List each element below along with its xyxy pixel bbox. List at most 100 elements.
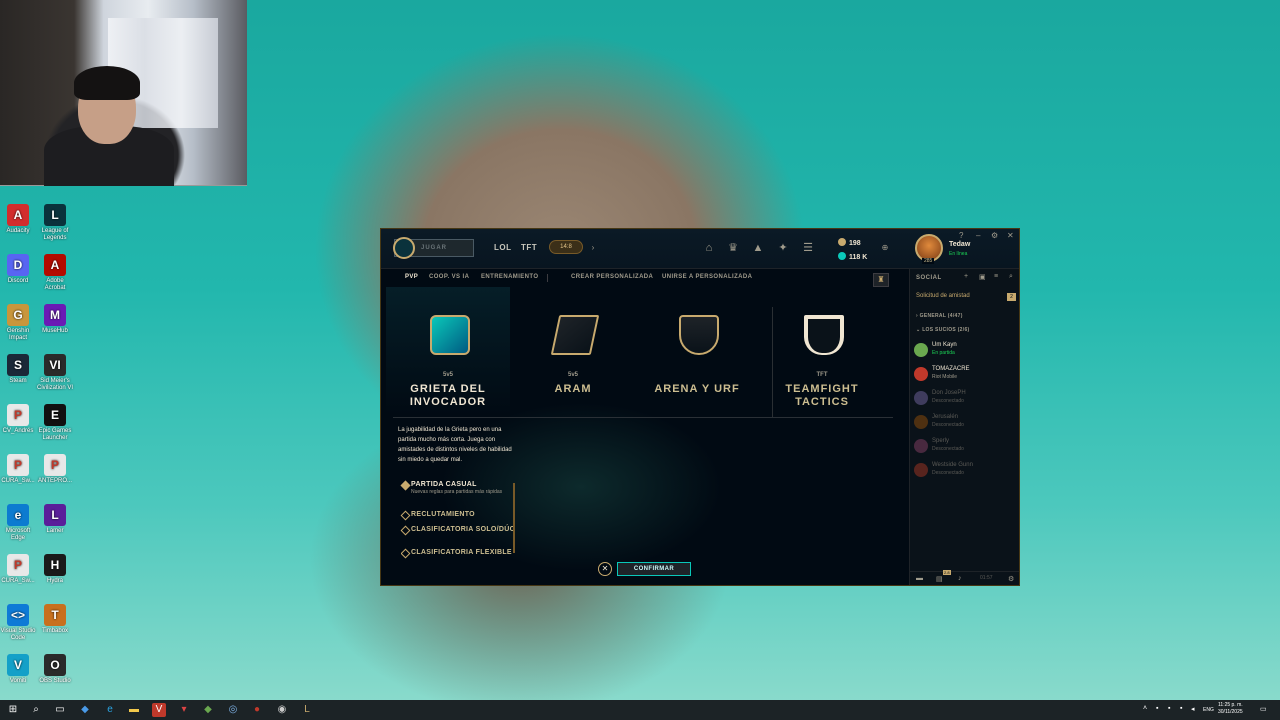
profile-status[interactable]: En línea [949, 251, 967, 257]
tray-chevron-icon[interactable]: ˄ [1143, 705, 1147, 712]
desktop-icon[interactable]: A Audacity [0, 204, 36, 235]
desktop-icon[interactable]: VI Sid Meier's Civilization VI [37, 354, 73, 392]
folder-icon[interactable]: ▣ [979, 273, 986, 281]
desktop-icon[interactable]: L Lamer [37, 504, 73, 535]
store-icon[interactable]: ☰ [801, 241, 815, 255]
loot-icon[interactable]: ✦ [776, 241, 790, 255]
notifications-icon[interactable]: ▭ [1260, 705, 1267, 713]
add-friend-icon[interactable]: + [964, 273, 968, 280]
desktop-icon[interactable]: O OBS Studio [37, 654, 73, 685]
be-balance[interactable]: 118 K [838, 252, 867, 261]
vivaldi-icon[interactable]: V [152, 703, 166, 717]
options-scrollbar[interactable] [513, 483, 515, 553]
desktop-icon-label: Microsoft Edge [5, 528, 31, 541]
desktop-icon-label: CURA_Sw... [1, 478, 35, 484]
mic-icon[interactable]: ♪ [958, 575, 962, 582]
tab-join-custom[interactable]: UNIRSE A PERSONALIZADA [662, 274, 752, 280]
desktop-icon[interactable]: M MuseHub [37, 304, 73, 335]
desktop-icon[interactable]: V Vomiti [0, 654, 36, 685]
gear-icon[interactable]: ⚙ [1008, 575, 1014, 583]
home-icon[interactable]: ⌂ [702, 241, 716, 255]
queue-card-sr[interactable]: 5v5 GRIETA DEL INVOCADOR [386, 287, 510, 415]
close-icon[interactable]: ✕ [1007, 231, 1014, 240]
add-currency-icon[interactable]: ⊕ [878, 241, 892, 255]
friend-status: En partida [932, 350, 955, 356]
collection-icon[interactable]: ▲ [751, 241, 765, 255]
chat-icon[interactable]: ▬ [916, 575, 923, 582]
friend-entry[interactable]: Jerusalén Desconectado [914, 413, 1018, 433]
desktop-icon[interactable]: E Epic Games Launcher [37, 404, 73, 442]
rp-balance[interactable]: 198 [838, 238, 861, 247]
option-recruitment[interactable]: RECLUTAMIENTO [401, 510, 521, 519]
tab-training[interactable]: ENTRENAMIENTO [481, 274, 538, 280]
desktop-icon[interactable]: S Steam [0, 354, 36, 385]
desktop-icon[interactable]: P CV_Andrés [0, 404, 36, 435]
queue-card-tft[interactable]: TFT TEAMFIGHT TACTICS [760, 287, 884, 415]
friend-status: Desconectado [932, 398, 964, 404]
language-indicator[interactable]: ENG [1203, 707, 1214, 713]
widgets-icon[interactable]: ◆ [78, 703, 92, 717]
queue-card-arena[interactable]: ARENA Y URF [635, 287, 759, 415]
league-logo-icon[interactable] [393, 237, 415, 259]
desktop-icon[interactable]: <> Visual Studio Code [0, 604, 36, 642]
desktop-icon[interactable]: G Genshin Impact [0, 304, 36, 342]
league-icon[interactable]: L [300, 703, 314, 717]
desktop-icon[interactable]: P CURA_Sw... [0, 454, 36, 485]
usb-icon[interactable]: ▪ [1168, 705, 1170, 712]
edge-icon[interactable]: e [103, 703, 117, 717]
search-icon[interactable]: ⌕ [1009, 273, 1013, 281]
friend-entry[interactable]: Um Kayn En partida [914, 341, 1018, 361]
desktop-icon-label: Steam [9, 378, 27, 384]
nav-lol[interactable]: LOL [494, 243, 512, 252]
clock[interactable]: 11:25 p. m. 30/11/2025 [1218, 702, 1243, 716]
desktop-icon[interactable]: e Microsoft Edge [0, 504, 36, 542]
desktop-icon[interactable]: T Timbabox [37, 604, 73, 635]
tab-coop[interactable]: COOP. VS IA [429, 274, 469, 280]
group-sucios[interactable]: ⌄ LOS SUCIOS (2/6) [916, 327, 970, 333]
group-general[interactable]: › GENERAL (4/47) [916, 313, 963, 319]
queue-title: ARAM [554, 383, 592, 395]
task-view-icon[interactable]: ▭ [53, 703, 67, 717]
chrome-icon[interactable]: ◉ [275, 703, 289, 717]
option-ranked-flex[interactable]: CLASIFICATORIA FLEXIBLE [401, 548, 521, 560]
help-icon[interactable]: ? [959, 231, 963, 240]
network-icon[interactable]: ▪ [1180, 705, 1182, 712]
nav-tft[interactable]: TFT [521, 243, 537, 252]
confirm-button[interactable]: CONFIRMAR [617, 562, 691, 576]
messages-icon[interactable]: ▤ [936, 575, 943, 583]
friend-entry[interactable]: Don JosePH Desconectado [914, 389, 1018, 409]
minimize-icon[interactable]: – [976, 231, 980, 240]
desktop-icon[interactable]: D Discord [0, 254, 36, 285]
file-explorer-icon[interactable]: ▬ [127, 703, 141, 717]
queue-card-aram[interactable]: 5v5 ARAM [511, 287, 635, 415]
desktop-icon-label: Discord [7, 278, 29, 284]
steam-icon[interactable]: ◎ [226, 703, 240, 717]
start-icon[interactable]: ⊞ [6, 703, 20, 717]
friend-entry[interactable]: TOMAZACRE Riot Mobile [914, 365, 1018, 385]
desktop-icon[interactable]: A Adobe Acrobat [37, 254, 73, 292]
trophy-button[interactable]: ♜ [873, 273, 889, 287]
friend-entry[interactable]: Sperly Desconectado [914, 437, 1018, 457]
tray-app-icon[interactable]: ▪ [1156, 705, 1158, 712]
app-icon[interactable]: ◆ [201, 703, 215, 717]
tab-create-custom[interactable]: CREAR PERSONALIZADA [571, 274, 653, 280]
tab-pvp[interactable]: PVP [405, 274, 418, 280]
trophy-icon[interactable]: ♛ [726, 241, 740, 255]
app-icon[interactable]: ▾ [177, 703, 191, 717]
obs-icon[interactable]: ● [250, 703, 264, 717]
list-icon[interactable]: ≡ [994, 273, 998, 280]
option-ranked-solo[interactable]: CLASIFICATORIA SOLO/DÚO [401, 525, 521, 534]
desktop-icon[interactable]: L League of Legends [37, 204, 73, 242]
desktop-icon[interactable]: P ANTEPRO... [37, 454, 73, 485]
search-icon[interactable]: ⌕ [29, 703, 43, 717]
friend-requests[interactable]: Solicitud de amistad [916, 293, 970, 299]
close-queue-button[interactable]: ✕ [598, 562, 612, 576]
friend-entry[interactable]: Westside Gunn Desconectado [914, 461, 1018, 481]
desktop-icon[interactable]: P CURA_Sw... [0, 554, 36, 585]
settings-icon[interactable]: ⚙ [991, 231, 998, 240]
nav-badge[interactable]: 14:8 [549, 240, 583, 254]
option-casual[interactable]: PARTIDA CASUAL Nuevas reglas para partid… [401, 480, 521, 495]
volume-icon[interactable]: ◂ [1191, 705, 1195, 713]
profile-name[interactable]: Tedaw [949, 241, 970, 248]
desktop-icon[interactable]: H Hydra [37, 554, 73, 585]
